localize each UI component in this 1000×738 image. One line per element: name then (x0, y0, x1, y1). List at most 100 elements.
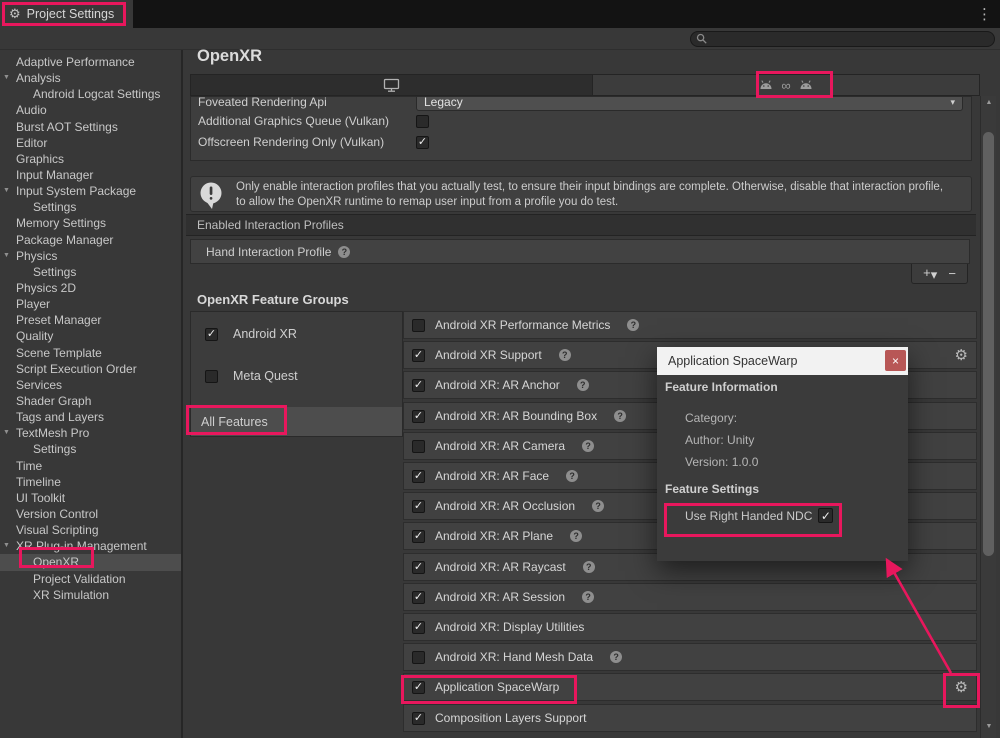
help-icon[interactable]: ? (614, 410, 626, 422)
help-icon[interactable]: ? (559, 349, 571, 361)
sidebar-item-memory-settings[interactable]: Memory Settings (0, 215, 181, 231)
sidebar-item-physics[interactable]: ▼Physics (0, 248, 181, 264)
scrollbar-thumb[interactable] (983, 132, 994, 556)
sidebar-item-settings[interactable]: Settings (0, 441, 181, 457)
sidebar-item-graphics[interactable]: Graphics (0, 151, 181, 167)
sidebar-item-preset-manager[interactable]: Preset Manager (0, 312, 181, 328)
checkbox[interactable]: ✓ (412, 500, 425, 513)
feature-row-android-xr-hand-mesh-data: Android XR: Hand Mesh Data? (403, 643, 977, 671)
remove-profile-button[interactable]: − (948, 267, 956, 280)
add-profile-button[interactable]: +▾ (923, 266, 937, 281)
warning-text: Only enable interaction profiles that yo… (236, 180, 946, 210)
sidebar-item-burst-aot-settings[interactable]: Burst AOT Settings (0, 119, 181, 135)
foldout-arrow-icon[interactable]: ▼ (3, 538, 10, 554)
help-icon[interactable]: ? (582, 440, 594, 452)
checkbox[interactable]: ✓ (205, 328, 218, 341)
help-icon[interactable]: ? (627, 319, 639, 331)
kebab-menu-icon[interactable]: ⋮ (977, 5, 992, 23)
sidebar-item-script-execution-order[interactable]: Script Execution Order (0, 361, 181, 377)
sidebar-item-label: Tags and Layers (0, 409, 104, 425)
sidebar-item-label: Input System Package (0, 183, 136, 199)
sidebar-item-xr-plug-in-management[interactable]: ▼XR Plug-in Management (0, 538, 181, 554)
foldout-arrow-icon[interactable]: ▼ (3, 248, 10, 264)
checkbox[interactable]: ✓ (412, 530, 425, 543)
checkbox[interactable]: ✓ (412, 712, 425, 725)
scroll-down-icon[interactable]: ▼ (981, 723, 997, 730)
checkbox[interactable]: ✓ (412, 621, 425, 634)
sidebar-item-settings[interactable]: Settings (0, 199, 181, 215)
sidebar-item-tags-and-layers[interactable]: Tags and Layers (0, 409, 181, 425)
sidebar-item-xr-simulation[interactable]: XR Simulation (0, 587, 181, 603)
sidebar-item-timeline[interactable]: Timeline (0, 474, 181, 490)
checkbox[interactable] (412, 440, 425, 453)
checkbox[interactable] (412, 651, 425, 664)
sidebar-item-project-validation[interactable]: Project Validation (0, 571, 181, 587)
foldout-arrow-icon[interactable]: ▼ (3, 183, 10, 199)
help-icon[interactable]: ? (577, 379, 589, 391)
checkbox[interactable]: ✓ (412, 349, 425, 362)
help-icon[interactable]: ? (566, 470, 578, 482)
project-settings-tab[interactable]: ⚙ Project Settings (0, 0, 133, 28)
help-icon[interactable]: ? (592, 500, 604, 512)
hand-interaction-profile-row[interactable]: Hand Interaction Profile ? (190, 239, 970, 264)
sidebar-item-time[interactable]: Time (0, 458, 181, 474)
sidebar-item-analysis[interactable]: ▼Analysis (0, 70, 181, 86)
sidebar-item-label: Audio (0, 102, 47, 118)
tab-android-xr[interactable]: ∞ (593, 74, 980, 96)
sidebar-item-audio[interactable]: Audio (0, 102, 181, 118)
window-tab-label: Project Settings (27, 7, 115, 21)
feature-group-android-xr[interactable]: ✓Android XR (191, 313, 402, 355)
help-icon[interactable]: ? (582, 591, 594, 603)
sidebar-item-player[interactable]: Player (0, 296, 181, 312)
ndc-checkbox[interactable]: ✓ (818, 508, 833, 523)
close-icon[interactable]: × (885, 350, 906, 371)
sidebar-item-services[interactable]: Services (0, 377, 181, 393)
help-icon[interactable]: ? (338, 246, 350, 258)
foldout-arrow-icon[interactable]: ▼ (3, 70, 10, 86)
help-icon[interactable]: ? (570, 530, 582, 542)
gear-icon[interactable]: ⚙ (955, 346, 968, 364)
feature-group-meta-quest[interactable]: Meta Quest (191, 355, 402, 397)
checkbox-additional-graphics-queue-vulkan[interactable] (416, 115, 429, 128)
checkbox[interactable]: ✓ (412, 591, 425, 604)
sidebar-item-openxr[interactable]: OpenXR (0, 554, 181, 570)
tab-desktop[interactable] (190, 74, 593, 96)
sidebar-item-package-manager[interactable]: Package Manager (0, 232, 181, 248)
popup-version: Version: 1.0.0 (685, 455, 758, 469)
sidebar-item-version-control[interactable]: Version Control (0, 506, 181, 522)
checkbox[interactable]: ✓ (412, 379, 425, 392)
sidebar-item-scene-template[interactable]: Scene Template (0, 345, 181, 361)
sidebar-item-android-logcat-settings[interactable]: Android Logcat Settings (0, 86, 181, 102)
sidebar-item-physics-2d[interactable]: Physics 2D (0, 280, 181, 296)
scroll-up-icon[interactable]: ▲ (981, 99, 997, 106)
checkbox[interactable] (205, 370, 218, 383)
feature-label: Composition Layers Support (435, 711, 586, 725)
checkbox[interactable]: ✓ (412, 561, 425, 574)
sidebar-item-textmesh-pro[interactable]: ▼TextMesh Pro (0, 425, 181, 441)
meta-logo-icon: ∞ (781, 79, 790, 92)
checkbox-offscreen-rendering-only-vulkan[interactable]: ✓ (416, 136, 429, 149)
sidebar-item-settings[interactable]: Settings (0, 264, 181, 280)
help-icon[interactable]: ? (583, 561, 595, 573)
sidebar-item-quality[interactable]: Quality (0, 328, 181, 344)
sidebar-item-input-manager[interactable]: Input Manager (0, 167, 181, 183)
gear-icon[interactable]: ⚙ (955, 678, 968, 696)
settings-category-sidebar: Adaptive Performance▼AnalysisAndroid Log… (0, 50, 183, 738)
feature-group-all-features[interactable]: All Features (191, 407, 402, 436)
checkbox[interactable] (412, 319, 425, 332)
sidebar-item-ui-toolkit[interactable]: UI Toolkit (0, 490, 181, 506)
checkbox[interactable]: ✓ (412, 410, 425, 423)
checkbox[interactable]: ✓ (412, 681, 425, 694)
sidebar-item-editor[interactable]: Editor (0, 135, 181, 151)
help-icon[interactable]: ? (610, 651, 622, 663)
sidebar-item-shader-graph[interactable]: Shader Graph (0, 393, 181, 409)
sidebar-item-label: OpenXR (0, 554, 79, 570)
sidebar-item-input-system-package[interactable]: ▼Input System Package (0, 183, 181, 199)
search-input[interactable] (690, 31, 995, 47)
dropdown-foveated-rendering-api[interactable]: Legacy▾ (416, 96, 963, 111)
foldout-arrow-icon[interactable]: ▼ (3, 425, 10, 441)
checkbox[interactable]: ✓ (412, 470, 425, 483)
vertical-scrollbar: ▲ ▼ (980, 96, 996, 738)
sidebar-item-adaptive-performance[interactable]: Adaptive Performance (0, 54, 181, 70)
sidebar-item-visual-scripting[interactable]: Visual Scripting (0, 522, 181, 538)
